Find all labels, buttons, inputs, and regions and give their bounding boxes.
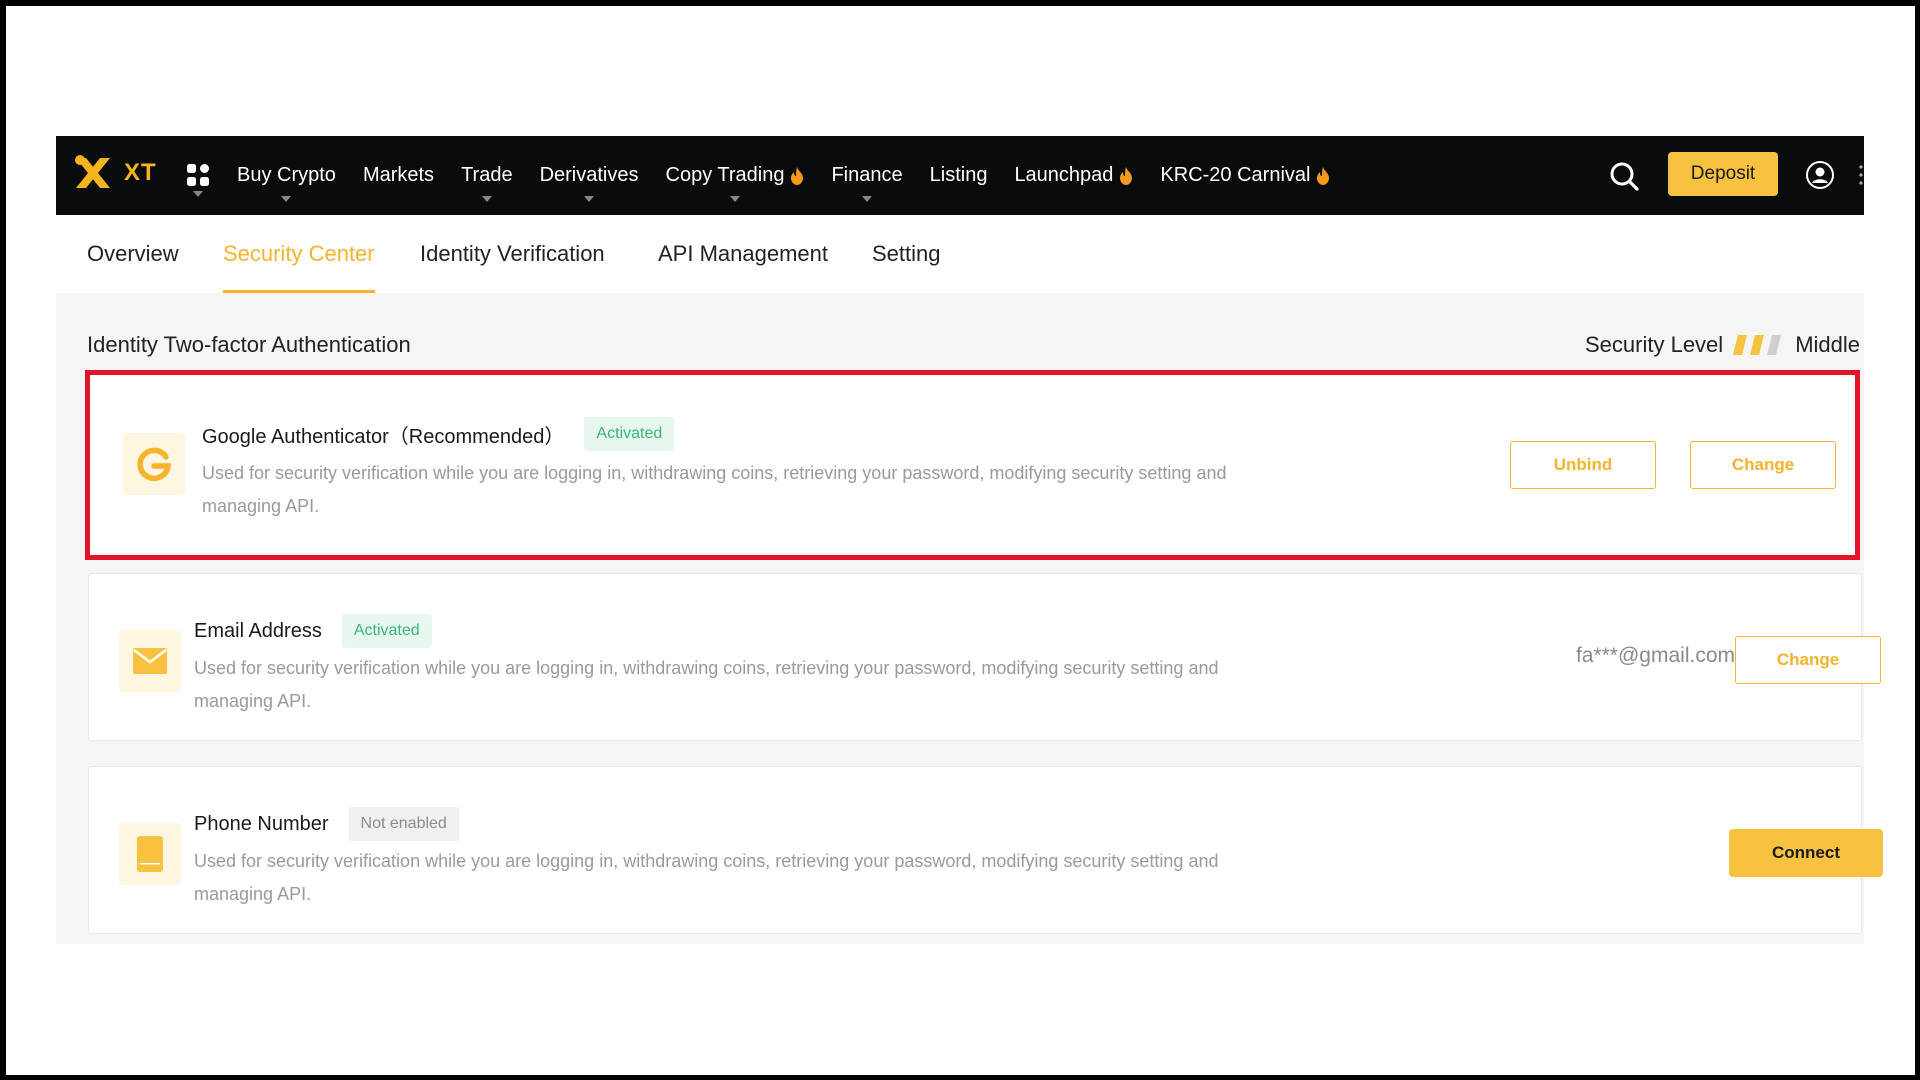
google-authenticator-card: Google Authenticator（Recommended） Activa… — [85, 370, 1860, 560]
change-email-button[interactable]: Change — [1735, 636, 1881, 684]
phone-icon-box — [119, 823, 181, 885]
card-title-row: Email Address Activated — [194, 614, 432, 648]
chevron-down-icon — [481, 196, 492, 202]
chevron-down-icon — [193, 191, 203, 197]
nav-trade[interactable]: Trade — [461, 164, 513, 202]
tab-setting[interactable]: Setting — [872, 215, 941, 293]
user-avatar-icon[interactable] — [1806, 161, 1834, 189]
nav-label: Buy Crypto — [237, 164, 336, 186]
envelope-icon — [133, 648, 167, 674]
phone-number-card: Phone Number Not enabled Used for securi… — [88, 766, 1883, 934]
email-address-card: Email Address Activated Used for securit… — [88, 573, 1881, 741]
nav-label: Launchpad — [1014, 164, 1114, 186]
fire-icon — [1120, 166, 1133, 185]
nav-label: Markets — [362, 164, 435, 186]
card-title-row: Google Authenticator（Recommended） Activa… — [202, 417, 675, 451]
chevron-down-icon — [281, 196, 292, 202]
nav-label: Derivatives — [539, 164, 639, 186]
chevron-down-icon — [862, 196, 873, 202]
tab-security-center[interactable]: Security Center — [223, 215, 375, 293]
nav-label: KRC-20 Carnival — [1160, 164, 1311, 186]
top-navigation: XT Buy Crypto Markets Trade Derivatives — [56, 136, 1864, 215]
nav-listing[interactable]: Listing — [930, 164, 988, 187]
change-google-button[interactable]: Change — [1690, 441, 1836, 489]
card-title: Email Address — [194, 619, 322, 642]
nav-label: Finance — [831, 164, 903, 186]
connect-phone-button[interactable]: Connect — [1729, 829, 1883, 877]
card-description: Used for security verification while you… — [194, 658, 1219, 711]
security-level-bar — [1767, 335, 1782, 355]
security-level: Security Level Middle — [1585, 332, 1860, 358]
google-g-icon — [137, 447, 171, 481]
tab-overview[interactable]: Overview — [87, 215, 179, 293]
security-level-bar — [1733, 335, 1748, 355]
email-icon-box — [119, 630, 181, 692]
fire-icon — [791, 166, 804, 185]
card-title-row: Phone Number Not enabled — [194, 807, 459, 841]
status-badge: Not enabled — [348, 807, 459, 841]
unbind-button[interactable]: Unbind — [1510, 441, 1656, 489]
tab-api-management[interactable]: API Management — [658, 215, 828, 293]
security-level-bars — [1733, 335, 1782, 355]
card-description: Used for security verification while you… — [194, 851, 1219, 904]
security-level-label: Security Level — [1585, 332, 1724, 357]
xt-logo[interactable]: XT — [72, 152, 157, 194]
nav-buy-crypto[interactable]: Buy Crypto — [237, 164, 336, 202]
xt-logo-icon — [75, 155, 110, 188]
card-description: Used for security verification while you… — [202, 463, 1227, 516]
app-window: XT Buy Crypto Markets Trade Derivatives — [56, 136, 1883, 944]
masked-email: fa***@gmail.com — [1575, 644, 1735, 667]
tab-identity-verification[interactable]: Identity Verification — [420, 215, 605, 293]
nav-label: Listing — [929, 164, 988, 186]
chevron-down-icon — [584, 196, 595, 202]
chevron-down-icon — [729, 196, 740, 202]
status-badge: Activated — [341, 614, 432, 648]
card-title: Google Authenticator（Recommended） — [202, 425, 565, 448]
nav-finance[interactable]: Finance — [831, 164, 903, 202]
nav-label: Trade — [461, 164, 513, 186]
security-level-value: Middle — [1795, 332, 1860, 357]
main-menu: Buy Crypto Markets Trade Derivatives Cop… — [237, 136, 1357, 215]
nav-copy-trading[interactable]: Copy Trading — [665, 164, 805, 202]
nav-derivatives[interactable]: Derivatives — [539, 164, 639, 202]
google-authenticator-icon-box — [123, 433, 185, 495]
logo-text: XT — [124, 159, 157, 186]
nav-krc20-carnival[interactable]: KRC-20 Carnival — [1160, 164, 1330, 187]
apps-grid-icon[interactable] — [186, 163, 210, 187]
nav-markets[interactable]: Markets — [363, 164, 434, 187]
search-icon[interactable] — [1609, 161, 1639, 191]
nav-label: Copy Trading — [665, 164, 785, 186]
section-title: Identity Two-factor Authentication — [87, 332, 411, 357]
account-tabs: Overview Security Center Identity Verifi… — [56, 215, 1864, 293]
security-level-bar — [1750, 335, 1765, 355]
fire-icon — [1317, 166, 1330, 185]
phone-icon — [137, 836, 163, 872]
more-icon[interactable] — [1859, 164, 1863, 186]
card-title: Phone Number — [194, 812, 329, 835]
nav-launchpad[interactable]: Launchpad — [1014, 164, 1133, 187]
deposit-button[interactable]: Deposit — [1668, 152, 1778, 196]
status-badge: Activated — [584, 417, 675, 451]
